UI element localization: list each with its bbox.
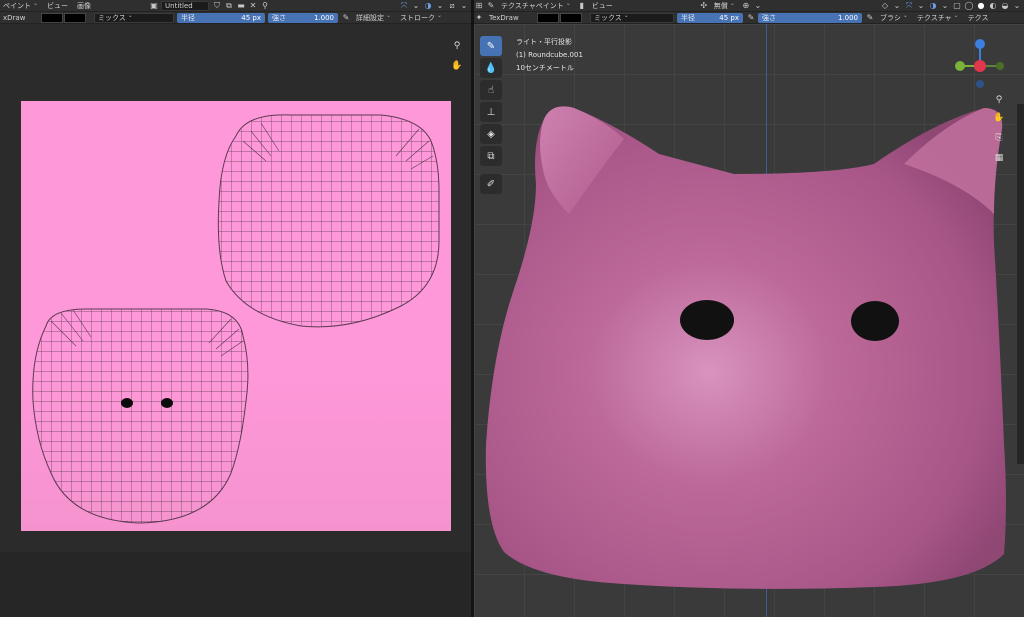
stroke-menu[interactable]: ストローク [397,13,445,23]
radius-field[interactable]: 半径 45 px [177,12,265,23]
brush-preview-icon[interactable]: ✦ [474,13,484,23]
zoom-icon[interactable]: ⚲ [449,38,465,54]
visibility-icon[interactable]: ◇ [880,1,890,11]
shading-render-icon[interactable]: ◒ [1000,1,1010,11]
blend-mode-select[interactable]: ミックス [94,12,174,23]
editor-type-icon[interactable]: ⊞ [474,1,484,11]
orientation-select[interactable]: 無償 [711,1,738,11]
close-icon[interactable]: ✕ [248,1,258,11]
cat-head-model[interactable] [474,24,1024,617]
3d-viewport[interactable]: ✎ 💧 ☝ ⊥ ◈ ⧉ ✐ ライト・平行投影 (1) Roundcube.001… [474,24,1024,617]
image-editor-header: ペイント ビュー 画像 ▣ Untitled ⛉ ⧉ ▬ ✕ ⚲ ⤧ ⌄ ◑ ⌄… [0,0,471,12]
chevron-down-icon[interactable]: ⌄ [940,1,950,11]
advanced-menu[interactable]: 詳細設定 [353,13,394,23]
transform-orientation-icon[interactable]: ✣ [699,1,709,11]
gizmo-icon[interactable]: ⤧ [904,1,914,11]
pressure-icon[interactable]: ✎ [746,13,756,23]
xray-icon[interactable]: ▢ [952,1,962,11]
camera-icon[interactable]: ⎘ [991,130,1007,146]
viewport-info: ライト・平行投影 (1) Roundcube.001 10センチメートル [516,36,583,75]
image-editor-tool-header: xDraw ミックス 半径 45 px 強さ 1.000 ✎ 詳細設定 ストロー… [0,12,471,24]
strength-field[interactable]: 強さ 1.000 [268,12,338,23]
chevron-down-icon[interactable]: ⌄ [1012,1,1022,11]
viewport-view-menu[interactable]: ビュー [589,1,616,11]
uv-eye-left [121,398,133,408]
navigation-gizmo[interactable] [952,38,1008,94]
mode-select[interactable]: テクスチャペイント [498,1,574,11]
viewport-tool-header: ✦ TexDraw ミックス 半径 45 px ✎ 強さ 1.000 ✎ ブラシ… [474,12,1024,24]
eye-hole-right [851,301,899,341]
mask-icon[interactable]: ⧉ [480,146,502,166]
brush-icon[interactable]: ✎ [480,36,502,56]
drop-icon[interactable]: 💧 [480,58,502,78]
overlay-icon[interactable]: ◑ [423,1,433,11]
viewport-header: ⊞ ✎ テクスチャペイント ▮ ビュー ✣ 無償 ⊕ ⌄ ◇ ⌄ ⤧ ⌄ ◑ ⌄… [474,0,1024,12]
pressure-icon[interactable]: ✎ [865,13,875,23]
smear-icon[interactable]: ☝ [480,80,502,100]
uv-eye-right [161,398,173,408]
blender-window: ペイント ビュー 画像 ▣ Untitled ⛉ ⧉ ▬ ✕ ⚲ ⤧ ⌄ ◑ ⌄… [0,0,1024,617]
folder-icon[interactable]: ▬ [236,1,246,11]
hand-icon[interactable]: ✋ [449,58,465,74]
paint-canvas[interactable] [21,101,451,531]
fill-icon[interactable]: ◈ [480,124,502,144]
texture-menu-2[interactable]: テクス [965,13,992,23]
brush-name[interactable]: xDraw [0,13,38,23]
snap-icon[interactable]: ⤧ [399,1,409,11]
view-menu[interactable]: ビュー [44,1,71,11]
hand-icon[interactable]: ✋ [991,110,1007,126]
chevron-down-icon[interactable]: ⌄ [892,1,902,11]
paint-menu[interactable]: ペイント [0,1,41,11]
chevron-down-icon[interactable]: ⌄ [916,1,926,11]
radius-field[interactable]: 半径 45 px [677,12,743,23]
view-label: ライト・平行投影 [516,38,572,46]
shading-material-icon[interactable]: ◐ [988,1,998,11]
image-menu[interactable]: 画像 [74,1,94,11]
duplicate-icon[interactable]: ⧉ [224,1,234,11]
image-type-icon[interactable]: ▣ [149,1,159,11]
stamp-icon[interactable]: ⊥ [480,102,502,122]
color-swatch-secondary[interactable] [64,12,86,23]
grid-icon[interactable]: ▦ [991,150,1007,166]
object-name: (1) Roundcube.001 [516,51,583,59]
color-swatch-primary[interactable] [537,12,559,23]
uv-island-face [32,309,248,523]
sidebar-tabs[interactable] [1017,104,1024,464]
uv-island-back [218,114,439,327]
texture-menu[interactable]: テクスチャ [914,13,962,23]
shield-icon[interactable]: ⛉ [212,1,222,11]
paint-mode-icon: ✎ [487,1,495,10]
shading-wire-icon[interactable]: ◯ [964,1,974,11]
overlay-icon[interactable]: ◑ [928,1,938,11]
blend-mode-select[interactable]: ミックス [590,12,674,23]
uv-mesh-overlay [32,114,440,524]
strength-field[interactable]: 強さ 1.000 [758,12,862,23]
zoom-icon[interactable]: ⚲ [991,92,1007,108]
pin-icon[interactable]: ⚲ [260,1,270,11]
image-name-field[interactable]: Untitled [161,0,210,11]
color-swatch-primary[interactable] [41,12,63,23]
pivot-icon[interactable]: ⊕ [741,1,751,11]
tool-shelf: ✎ 💧 ☝ ⊥ ◈ ⧉ ✐ [480,36,502,194]
chevron-down-icon[interactable]: ⌄ [459,1,469,11]
eye-hole-left [680,300,734,340]
pressure-icon[interactable]: ✎ [341,13,351,23]
chevron-down-icon[interactable]: ⌄ [753,1,763,11]
uv-display-icon[interactable]: ⧄ [447,1,457,11]
grid-scale: 10センチメートル [516,64,574,72]
chevron-down-icon[interactable]: ⌄ [435,1,445,11]
annotate-icon[interactable]: ✐ [480,174,502,194]
shading-solid-icon[interactable]: ● [976,1,986,11]
color-swatch-secondary[interactable] [560,12,582,23]
brush-menu[interactable]: ブラシ [877,13,911,23]
texture-slot-icon[interactable]: ▮ [577,1,587,11]
brush-name[interactable]: TexDraw [486,13,534,23]
chevron-down-icon[interactable]: ⌄ [411,1,421,11]
